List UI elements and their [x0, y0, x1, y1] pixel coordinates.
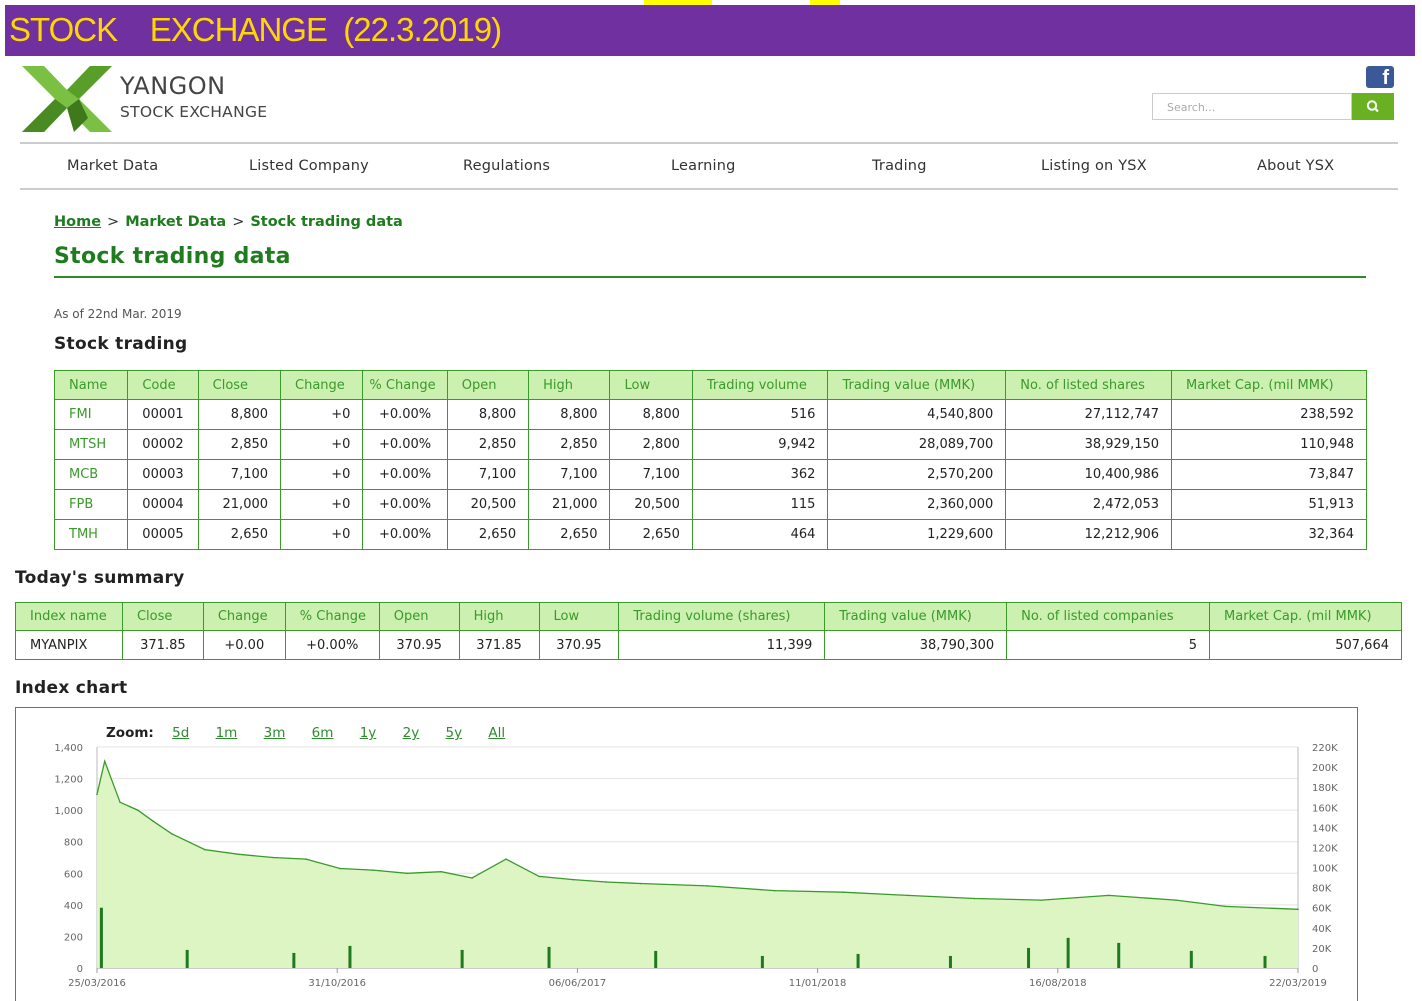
y-tick-label: 200	[64, 932, 83, 943]
volume-tick-label: 80K	[1312, 884, 1332, 895]
x-tick-label: 22/03/2019	[1269, 978, 1327, 989]
volume-tick-label: 120K	[1312, 843, 1338, 854]
volume-bar	[99, 907, 103, 968]
x-tick-label: 11/01/2018	[789, 978, 847, 989]
index-point	[1297, 908, 1299, 911]
volume-tick-label: 200K	[1312, 763, 1338, 774]
volume-bar	[547, 946, 551, 968]
volume-bar	[654, 950, 658, 968]
index-point	[471, 877, 473, 879]
index-point	[440, 870, 443, 873]
index-area	[97, 761, 1298, 968]
index-point	[136, 809, 139, 811]
x-tick-label: 16/08/2018	[1029, 978, 1087, 989]
index-point	[372, 869, 374, 871]
index-point	[103, 760, 106, 763]
volume-tick-label: 0	[1312, 964, 1318, 975]
y-tick-label: 600	[64, 869, 83, 880]
x-tick-label: 06/06/2017	[549, 978, 607, 989]
volume-tick-label: 100K	[1312, 864, 1338, 875]
index-point	[203, 848, 206, 851]
index-point	[305, 858, 307, 860]
index-point	[1108, 894, 1110, 897]
y-tick-label: 1,400	[54, 743, 83, 754]
volume-bar	[1189, 950, 1193, 968]
index-point	[706, 885, 709, 887]
y-tick-label: 1,200	[54, 775, 83, 786]
index-point	[96, 793, 98, 796]
volume-tick-label: 140K	[1312, 823, 1338, 834]
index-point	[572, 878, 575, 881]
volume-bar	[460, 949, 464, 968]
x-tick-label: 31/10/2016	[308, 978, 366, 989]
index-point	[170, 833, 173, 835]
index-point	[152, 820, 154, 822]
y-tick-label: 1,000	[54, 806, 83, 817]
index-point	[238, 853, 240, 856]
index-point	[272, 856, 274, 859]
index-point	[1224, 905, 1227, 908]
volume-bar	[348, 945, 352, 968]
index-point	[505, 858, 507, 860]
y-tick-label: 800	[64, 838, 83, 849]
volume-bar	[1263, 955, 1267, 968]
volume-bar	[1066, 937, 1070, 968]
index-point	[605, 881, 608, 883]
index-point	[339, 867, 341, 870]
index-chart[interactable]: 0 200 400 600 800 1,000 1,200 1,400 0 20K 40K 60K 80…	[0, 0, 1422, 1001]
index-point	[841, 891, 844, 894]
index-point	[639, 882, 642, 885]
volume-bar	[948, 955, 952, 968]
volume-tick-label: 160K	[1312, 803, 1338, 814]
volume-tick-label: 20K	[1312, 944, 1332, 955]
index-point	[538, 875, 540, 878]
y-tick-label: 400	[64, 901, 83, 912]
index-point	[973, 897, 976, 900]
index-point	[773, 889, 776, 892]
index-point	[406, 872, 408, 875]
volume-bar	[760, 955, 764, 968]
index-point	[119, 801, 121, 804]
volume-bar	[292, 952, 296, 968]
index-point	[906, 894, 909, 897]
volume-tick-label: 40K	[1312, 924, 1332, 935]
volume-tick-label: 220K	[1312, 743, 1338, 754]
volume-tick-label: 60K	[1312, 904, 1332, 915]
x-tick-label: 25/03/2016	[68, 978, 126, 989]
volume-tick-label: 180K	[1312, 783, 1338, 794]
volume-bar	[1027, 947, 1031, 968]
index-point	[1040, 899, 1043, 901]
volume-bar	[856, 953, 860, 968]
index-point	[1175, 899, 1177, 901]
volume-bar	[185, 949, 189, 968]
volume-bar	[1117, 942, 1121, 968]
y-tick-label: 0	[77, 964, 83, 975]
